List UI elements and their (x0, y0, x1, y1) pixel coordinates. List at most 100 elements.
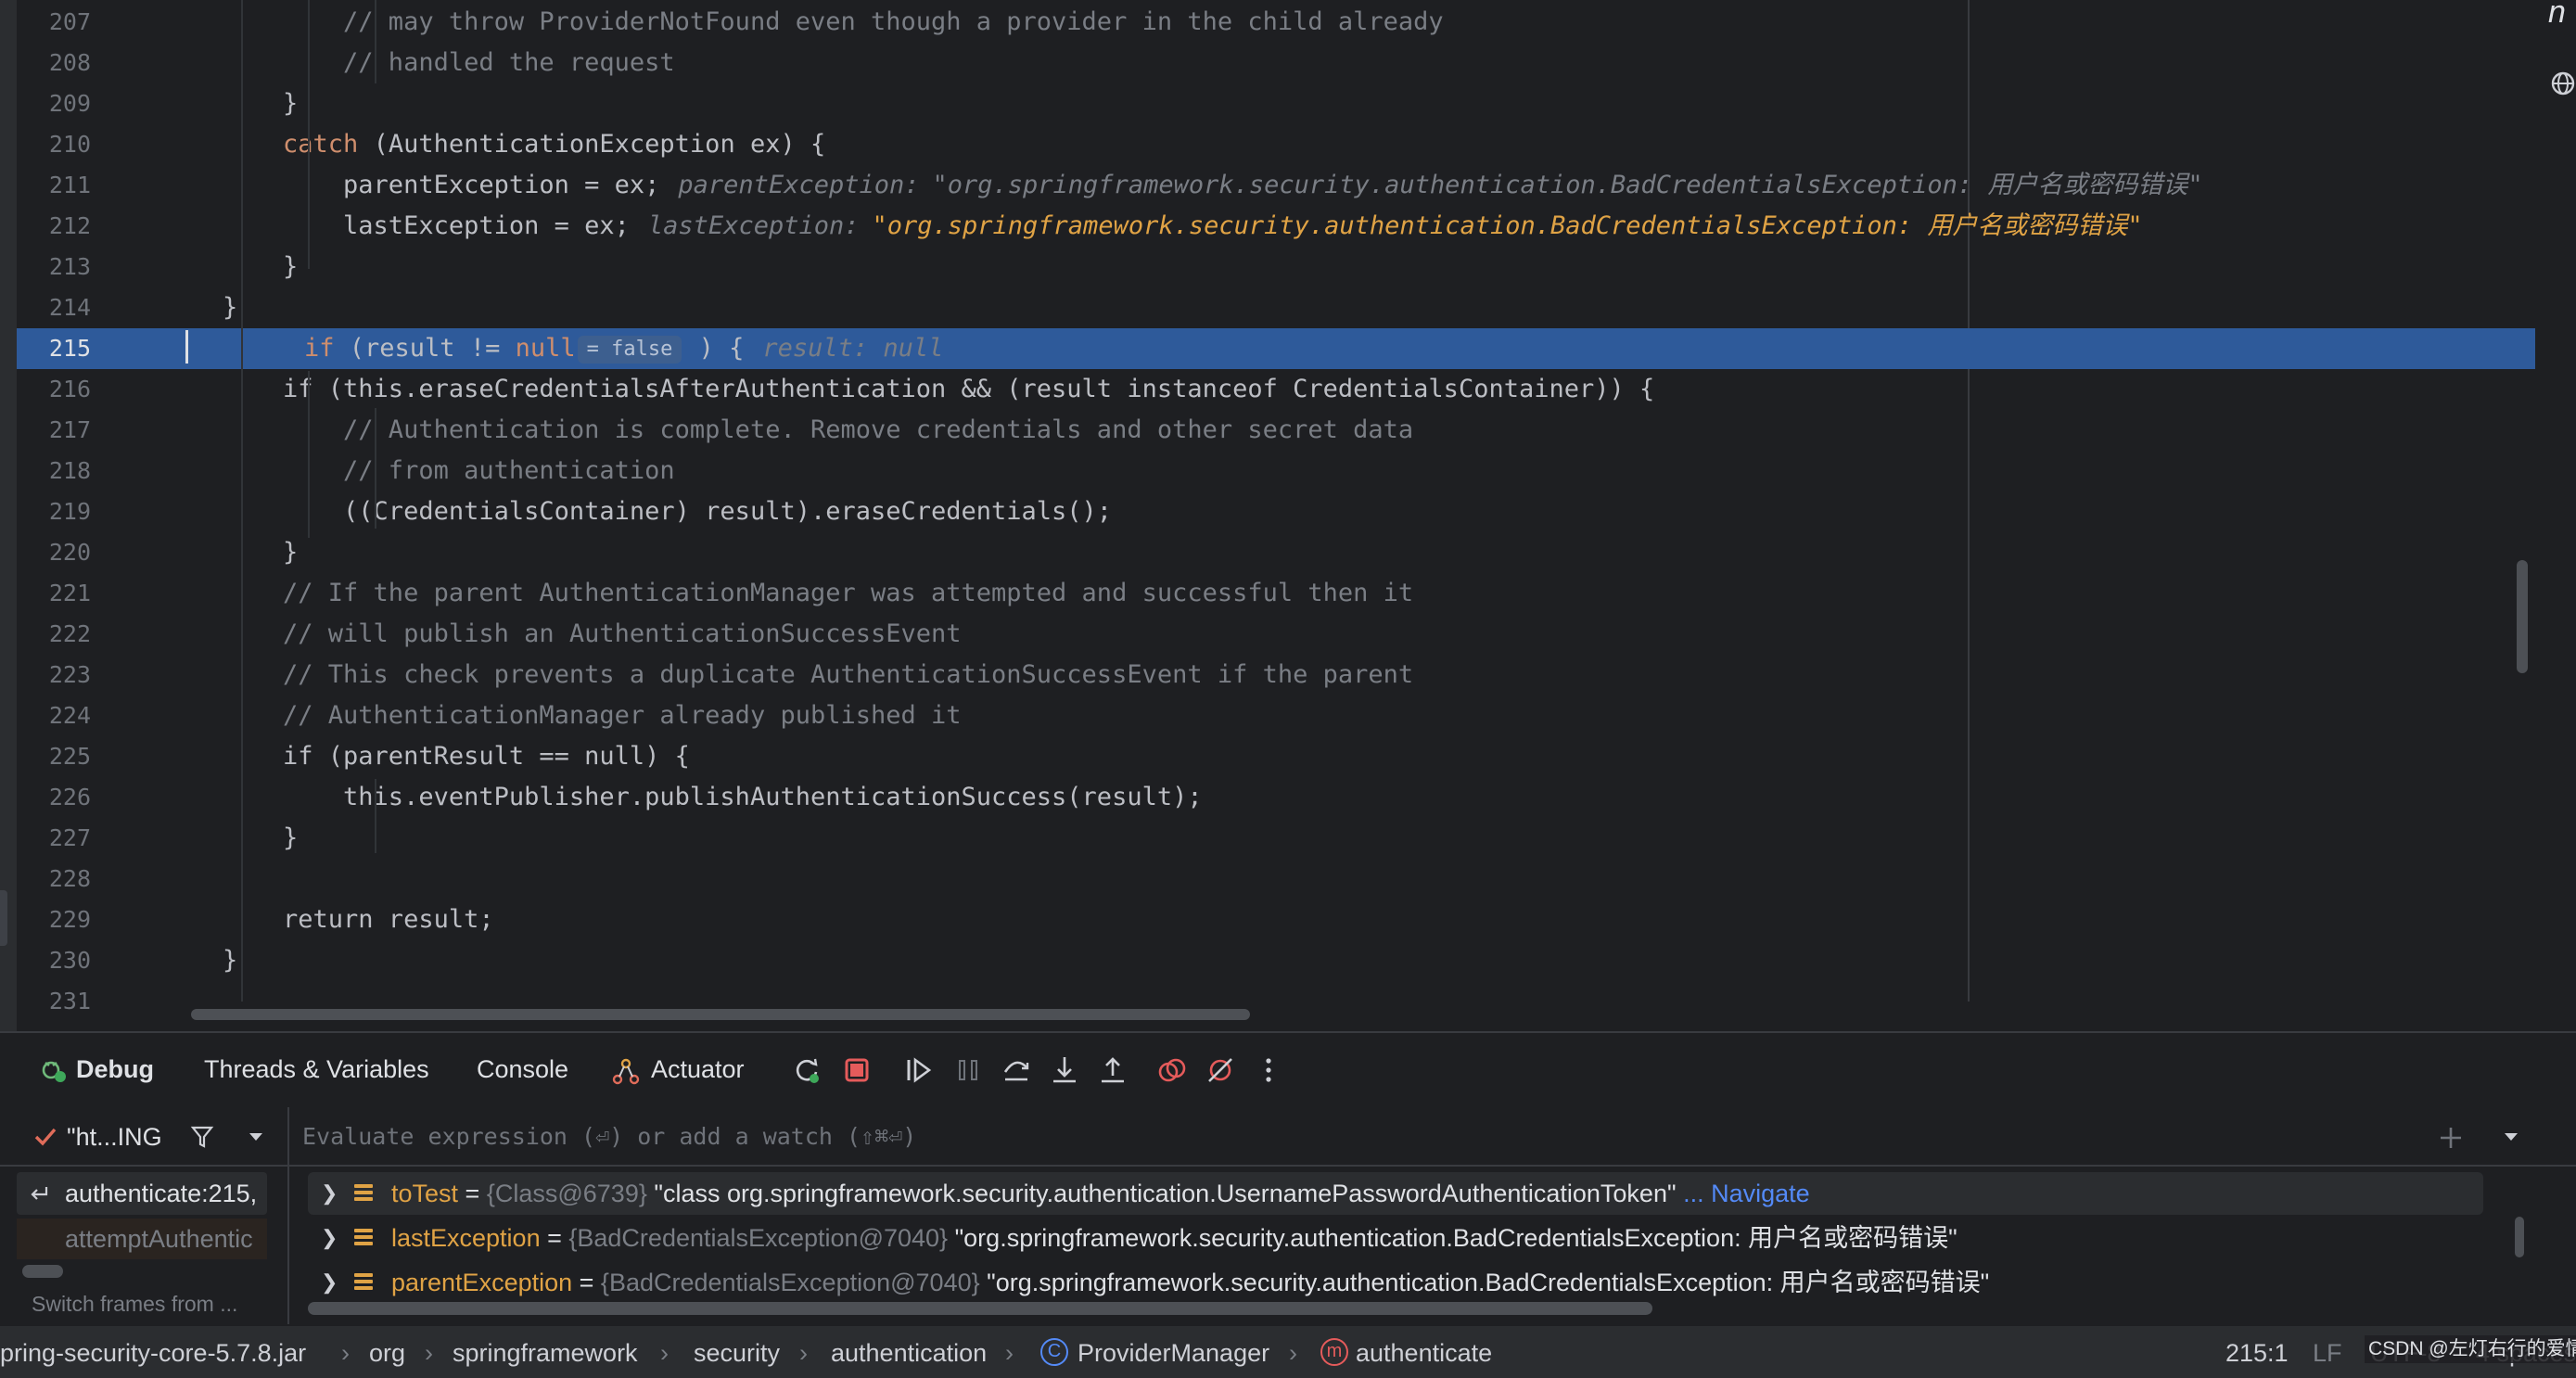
line-number[interactable]: 210 (17, 124, 91, 165)
tab-threads-variables[interactable]: Threads & Variables (204, 1033, 429, 1105)
view-breakpoints-icon[interactable] (1154, 1052, 1191, 1089)
code-line[interactable]: 215 if (result != null = false ) {result: … (17, 328, 2535, 369)
pause-icon[interactable] (950, 1052, 987, 1089)
variable-row-toTest[interactable]: ❯ toTest = {Class@6739} "class org.sprin… (308, 1172, 2483, 1215)
code-line[interactable]: 207 // may throw ProviderNotFound even t… (17, 2, 2535, 43)
code-fragment: } (223, 538, 299, 567)
resume-icon[interactable] (899, 1052, 937, 1089)
chevron-down-icon[interactable] (247, 1129, 265, 1144)
step-into-icon[interactable] (1046, 1052, 1083, 1089)
line-number[interactable]: 216 (17, 369, 91, 410)
code-line[interactable]: 219 ((CredentialsContainer) result).eras… (17, 491, 2535, 532)
code-line[interactable]: 227 } (17, 818, 2535, 859)
line-number[interactable]: 209 (17, 83, 91, 124)
rerun-icon[interactable] (788, 1052, 825, 1089)
line-number[interactable]: 211 (17, 165, 91, 206)
expand-arrow-icon[interactable]: ❯ (321, 1217, 338, 1259)
line-number[interactable]: 227 (17, 818, 91, 859)
line-number[interactable]: 215 (17, 328, 91, 369)
line-number[interactable]: 225 (17, 736, 91, 777)
line-number[interactable]: 208 (17, 43, 91, 83)
breadcrumb-class[interactable]: ProviderManager (1078, 1326, 1269, 1378)
more-options-icon[interactable] (1250, 1052, 1287, 1089)
code-line[interactable]: 228 (17, 859, 2535, 900)
variables-horizontal-scrollbar[interactable] (308, 1302, 1652, 1315)
evaluate-expression-field[interactable]: Evaluate expression (⏎) or add a watch (… (289, 1107, 2576, 1167)
code-line[interactable]: 221 // If the parent AuthenticationManag… (17, 573, 2535, 614)
code-line[interactable]: 230} (17, 940, 2535, 981)
line-number[interactable]: 221 (17, 573, 91, 614)
line-number[interactable]: 207 (17, 2, 91, 43)
variable-row-lastException[interactable]: ❯ lastException = {BadCredentialsExcepti… (308, 1217, 2483, 1259)
keyword: null (515, 334, 576, 363)
code-line[interactable]: 225 if (parentResult == null) { (17, 736, 2535, 777)
code-line[interactable]: 210 catch (AuthenticationException ex) { (17, 124, 2535, 165)
line-number[interactable]: 229 (17, 900, 91, 940)
globe-icon[interactable] (2550, 70, 2576, 96)
code-line[interactable]: 226 this.eventPublisher.publishAuthentic… (17, 777, 2535, 818)
line-number[interactable]: 212 (17, 206, 91, 247)
code-line[interactable]: 224 // AuthenticationManager already pub… (17, 695, 2535, 736)
code-line[interactable]: 208 // handled the request (17, 43, 2535, 83)
line-number[interactable]: 230 (17, 940, 91, 981)
code-line[interactable]: 214} (17, 287, 2535, 328)
editor-vertical-scrollbar[interactable] (2517, 560, 2528, 673)
switch-frames-hint[interactable]: Switch frames from ... (32, 1283, 237, 1324)
code-line[interactable]: 209 } (17, 83, 2535, 124)
navigate-link[interactable]: ... Navigate (1677, 1180, 1810, 1207)
line-number[interactable]: 213 (17, 247, 91, 287)
caret-position[interactable]: 215:1 (2225, 1326, 2289, 1378)
frame-item-current[interactable]: authenticate:215, (17, 1172, 267, 1215)
expand-arrow-icon[interactable]: ❯ (321, 1172, 338, 1215)
add-watch-icon[interactable] (2437, 1124, 2465, 1152)
code-line[interactable]: 218 // from authentication (17, 451, 2535, 491)
step-out-icon[interactable] (1094, 1052, 1131, 1089)
line-number[interactable]: 214 (17, 287, 91, 328)
stop-icon[interactable] (838, 1052, 875, 1089)
line-number[interactable]: 222 (17, 614, 91, 655)
tool-window-edge-marker[interactable] (0, 890, 7, 946)
code-line[interactable]: 220 } (17, 532, 2535, 573)
step-over-icon[interactable] (998, 1052, 1035, 1089)
mute-breakpoints-icon[interactable] (1202, 1052, 1239, 1089)
breadcrumb-security[interactable]: security (694, 1326, 780, 1378)
breadcrumb-jar[interactable]: pring-security-core-5.7.8.jar (0, 1326, 306, 1378)
variables-vertical-scrollbar[interactable] (2515, 1217, 2524, 1257)
code-line[interactable]: 222 // will publish an AuthenticationSuc… (17, 614, 2535, 655)
line-number[interactable]: 228 (17, 859, 91, 900)
line-number[interactable]: 231 (17, 981, 91, 1022)
line-number[interactable]: 219 (17, 491, 91, 532)
breadcrumb-method[interactable]: authenticate (1356, 1326, 1492, 1378)
thread-name[interactable]: "ht...ING (67, 1107, 162, 1167)
code-line[interactable]: 211 parentException = ex; parentException… (17, 165, 2535, 206)
line-number[interactable]: 223 (17, 655, 91, 695)
frames-scrollbar[interactable] (22, 1265, 63, 1278)
variable-row-parentException[interactable]: ❯ parentException = {BadCredentialsExcep… (308, 1261, 2483, 1304)
breadcrumb-authentication[interactable]: authentication (831, 1326, 987, 1378)
chevron-down-icon[interactable] (2502, 1129, 2520, 1144)
expand-arrow-icon[interactable]: ❯ (321, 1261, 338, 1304)
code-line[interactable]: 212 lastException = ex; lastException: "or… (17, 206, 2535, 247)
line-number[interactable]: 226 (17, 777, 91, 818)
code-editor[interactable]: 207 // may throw ProviderNotFound even t… (0, 0, 2576, 1031)
tab-debug[interactable]: Debug (76, 1033, 154, 1105)
line-number[interactable]: 217 (17, 410, 91, 451)
line-number[interactable]: 220 (17, 532, 91, 573)
code-line[interactable]: 217 // Authentication is complete. Remov… (17, 410, 2535, 451)
frame-item[interactable]: attemptAuthentic (17, 1219, 267, 1259)
filter-icon[interactable] (189, 1124, 215, 1150)
breadcrumb-org[interactable]: org (369, 1326, 405, 1378)
thread-selector[interactable]: "ht...ING (0, 1107, 287, 1167)
code-line[interactable]: 213 } (17, 247, 2535, 287)
code-line[interactable]: 216 if (this.eraseCredentialsAfterAuthen… (17, 369, 2535, 410)
code-line[interactable]: 229 return result; (17, 900, 2535, 940)
tab-console[interactable]: Console (477, 1033, 568, 1105)
tab-actuator[interactable]: Actuator (651, 1033, 745, 1105)
editor-horizontal-scrollbar[interactable] (191, 1009, 1250, 1020)
line-separator[interactable]: LF (2313, 1326, 2342, 1378)
code-line[interactable]: 223 // This check prevents a duplicate A… (17, 655, 2535, 695)
line-number[interactable]: 224 (17, 695, 91, 736)
line-number[interactable]: 218 (17, 451, 91, 491)
evaluate-placeholder[interactable]: Evaluate expression (⏎) or add a watch (… (302, 1107, 916, 1167)
breadcrumb-springframework[interactable]: springframework (453, 1326, 638, 1378)
